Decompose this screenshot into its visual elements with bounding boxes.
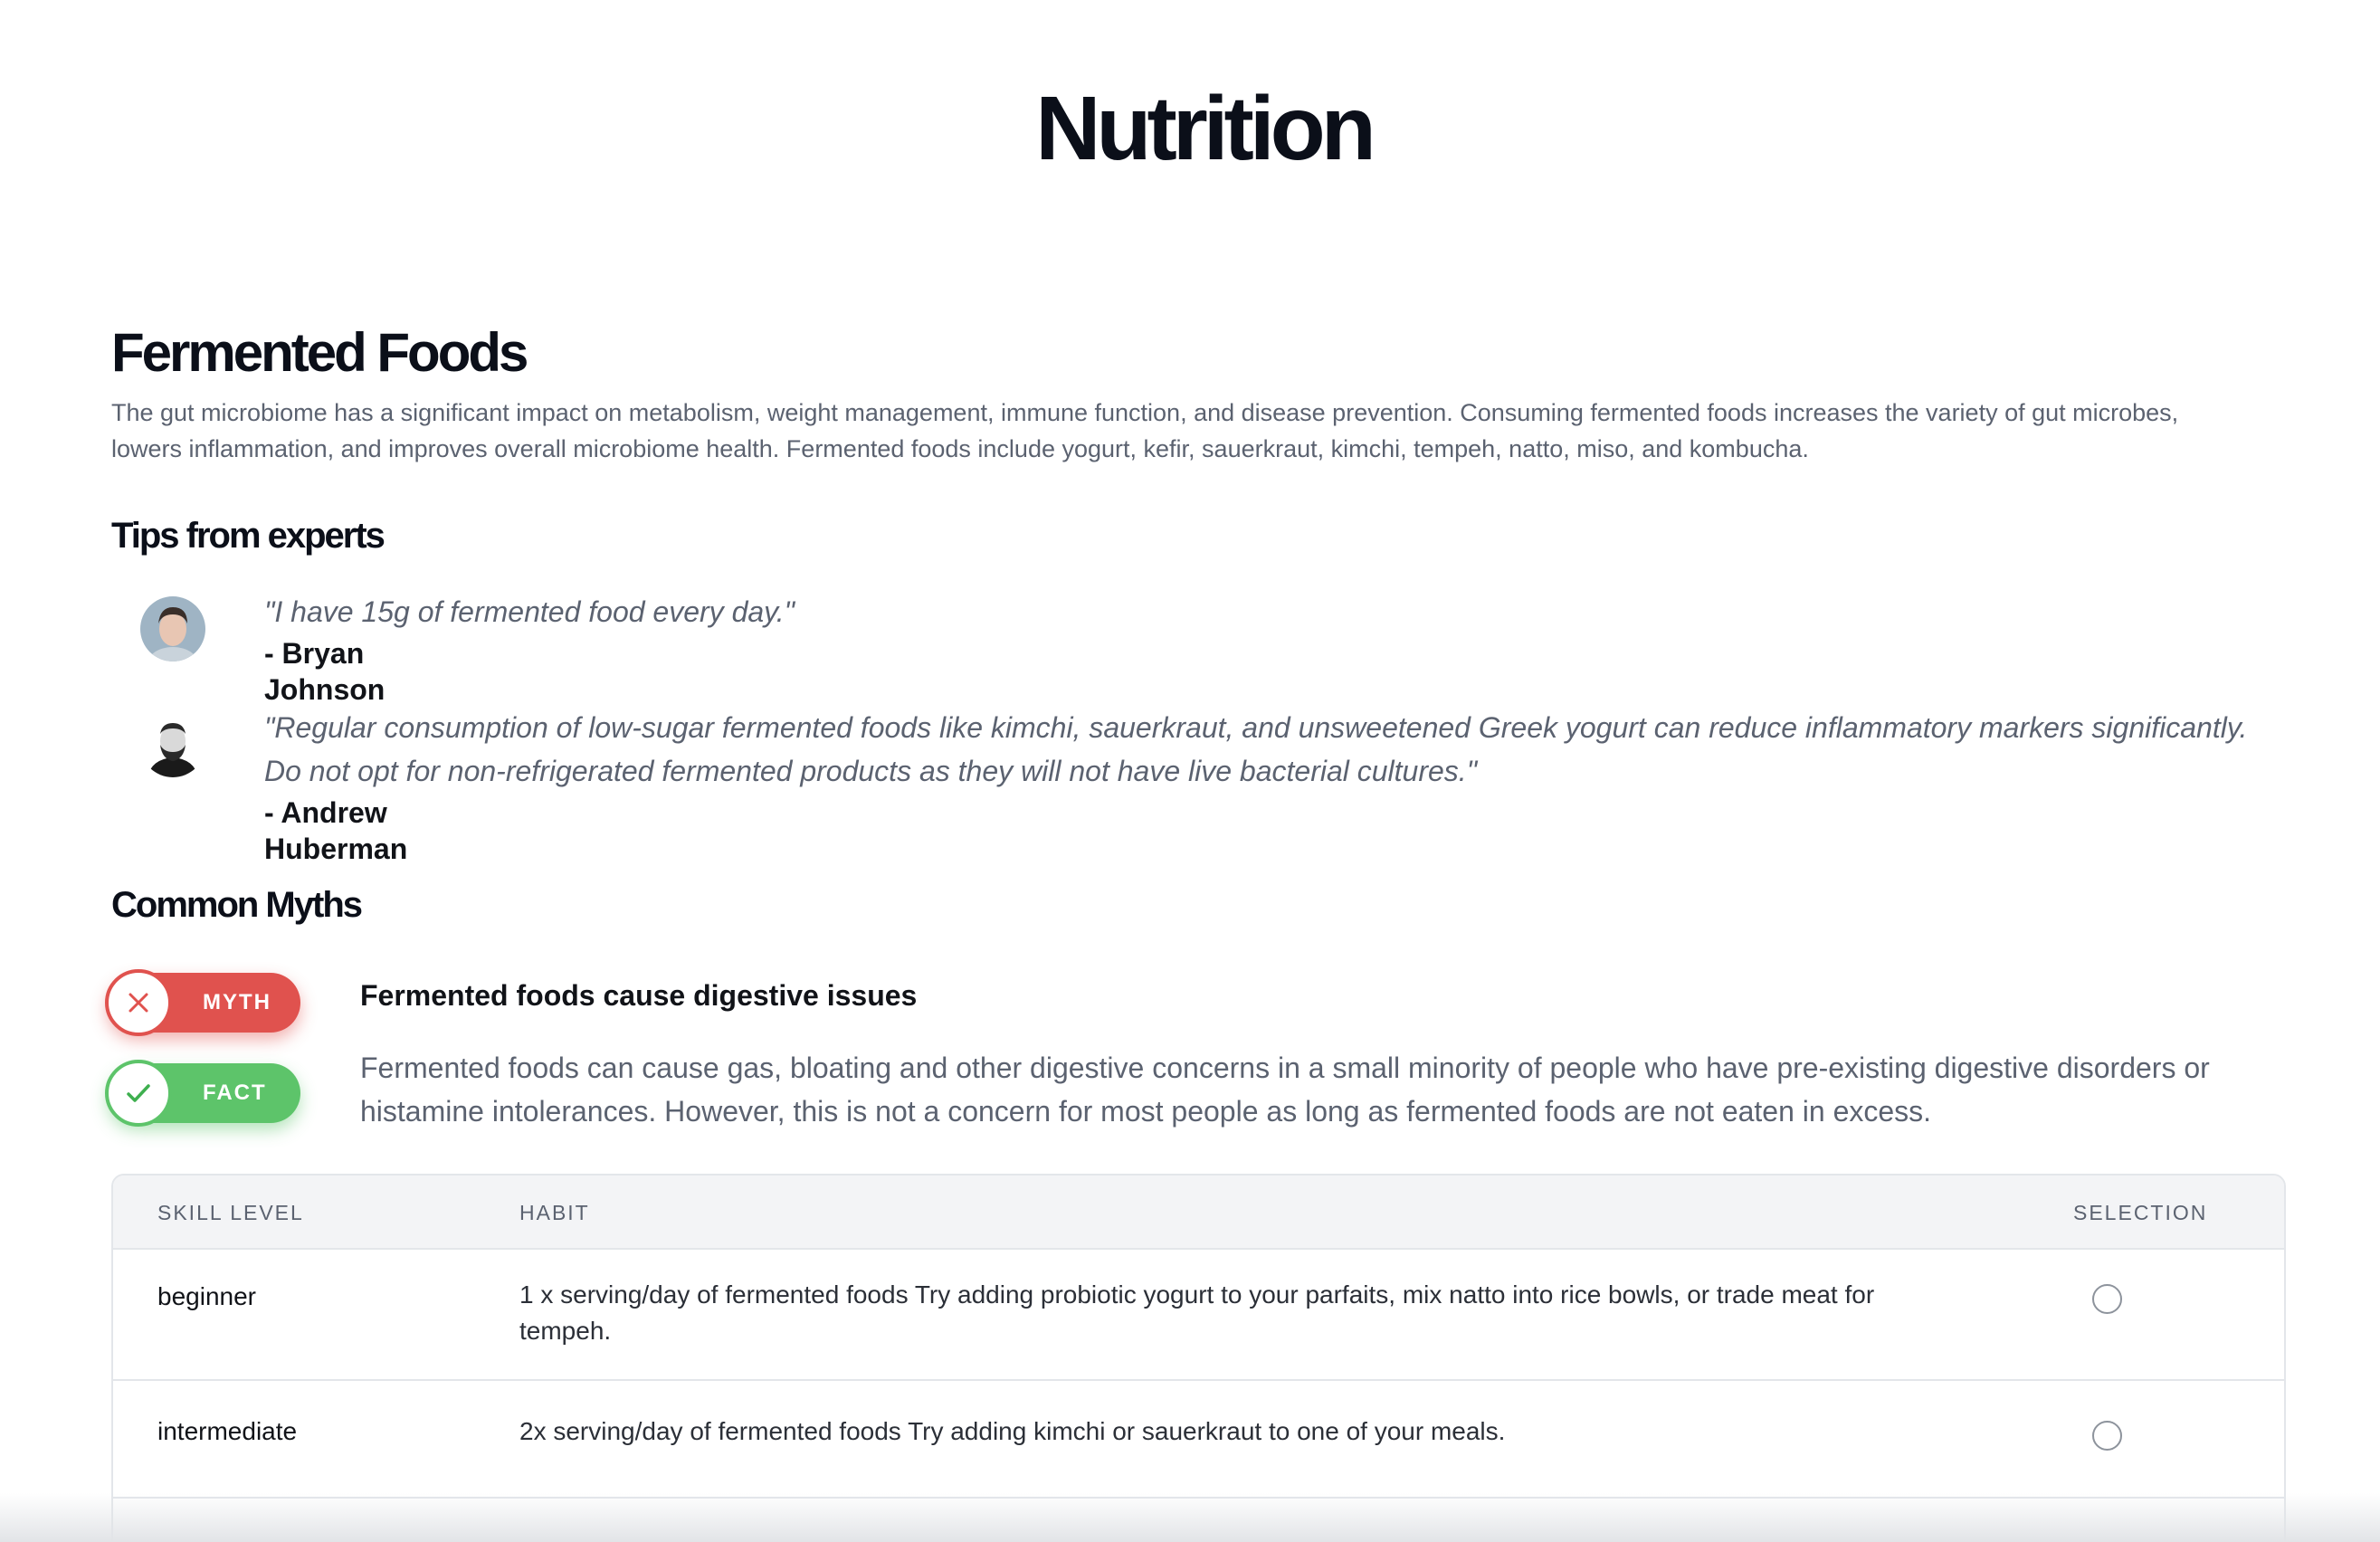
myth-claim: Fermented foods cause digestive issues <box>360 979 918 1012</box>
skill-level-cell: intermediate <box>157 1417 298 1445</box>
myth-toggle[interactable]: MYTH <box>105 969 300 1036</box>
header-selection: SELECTION <box>2073 1201 2208 1224</box>
person-avatar-icon <box>140 712 205 777</box>
selection-radio[interactable] <box>2092 1284 2122 1314</box>
myth-answer: Fermented foods can cause gas, bloating … <box>360 1052 2210 1128</box>
check-icon <box>105 1060 172 1127</box>
myth-label: MYTH <box>203 990 271 1014</box>
tip-author: - Bryan Johnson <box>264 637 386 706</box>
bottom-scroll-shadow <box>0 1493 2380 1542</box>
habit-cell: 1 x serving/day of fermented foods Try a… <box>519 1280 1875 1345</box>
tip-author: - Andrew Huberman <box>264 796 408 865</box>
fact-toggle[interactable]: FACT <box>105 1060 300 1127</box>
page-title: Nutrition <box>1035 78 1376 179</box>
habits-table: SKILL LEVEL HABIT SELECTION beginner 1 x… <box>111 1174 2286 1542</box>
fact-label: FACT <box>203 1080 267 1105</box>
myths-heading: Common Myths <box>111 885 363 925</box>
section-intro: The gut microbiome has a significant imp… <box>111 399 2179 462</box>
tips-heading: Tips from experts <box>111 516 386 556</box>
header-skill-level: SKILL LEVEL <box>157 1201 304 1224</box>
tip-quote: "I have 15g of fermented food every day.… <box>264 595 795 628</box>
table-header: SKILL LEVEL HABIT SELECTION <box>113 1176 2284 1250</box>
close-icon <box>105 969 172 1036</box>
tip-quote: "Regular consumption of low-sugar fermen… <box>264 711 2248 787</box>
person-avatar-icon <box>140 596 205 662</box>
table-row: intermediate 2x serving/day of fermented… <box>113 1381 2284 1499</box>
header-habit: HABIT <box>519 1201 590 1224</box>
section-title: Fermented Foods <box>111 322 528 383</box>
table-row: beginner 1 x serving/day of fermented fo… <box>113 1250 2284 1381</box>
habit-cell: 2x serving/day of fermented foods Try ad… <box>519 1417 1506 1445</box>
skill-level-cell: beginner <box>157 1282 256 1310</box>
selection-radio[interactable] <box>2092 1421 2122 1451</box>
